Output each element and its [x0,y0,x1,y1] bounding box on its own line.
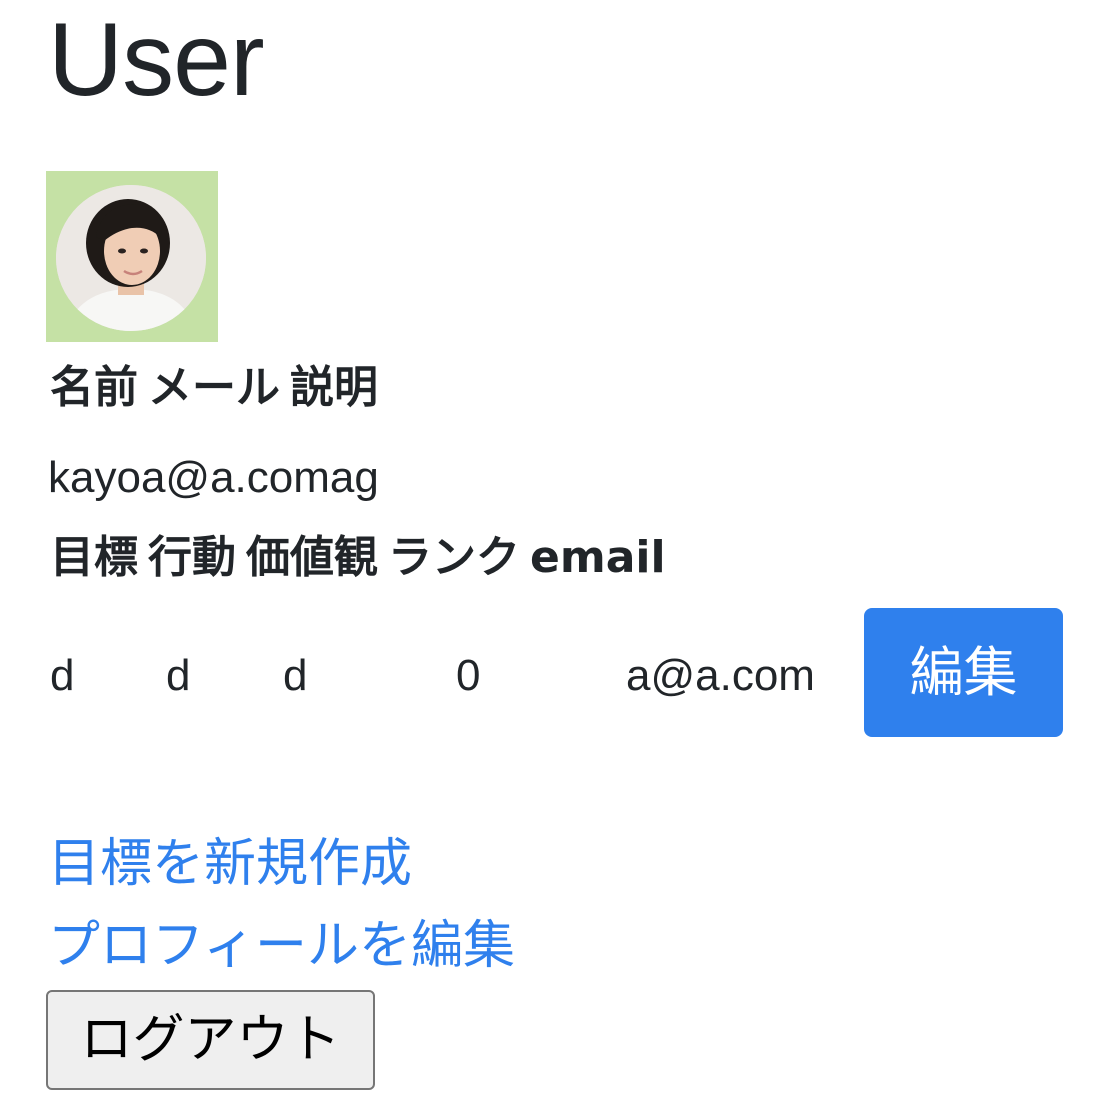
column-header-action: 行動 [148,532,236,583]
logout-button[interactable]: ログアウト [46,990,375,1090]
cell-values: d [283,651,308,700]
cell-action: d [166,651,191,700]
avatar-frame [46,171,218,342]
column-header-name: 名前 [50,362,138,413]
column-header-email: email [530,532,666,583]
avatar-photo [56,185,206,331]
avatar [56,185,206,331]
page-title: User [48,2,265,118]
column-header-goal: 目標 [50,532,138,583]
cell-rank: 0 [456,651,481,700]
goal-table-header-row: 目標 行動 価値観 ランク email [50,530,666,586]
profile-values: kayoa@a.comag [48,453,379,502]
profile-header-row: 名前 メール 説明 [50,360,388,416]
column-header-description: 説明 [290,362,378,413]
new-goal-link[interactable]: 目標を新規作成 [48,832,412,896]
column-header-rank: ランク [388,532,520,583]
user-page: User 名前 メール 説明 kayoa@a.comag 目標 行動 価値観 ラ… [0,0,1102,1112]
edit-goal-button[interactable]: 編集 [864,608,1063,737]
edit-profile-link[interactable]: プロフィールを編集 [48,914,515,978]
cell-goal: d [50,651,75,700]
column-header-email: メール [148,362,280,413]
column-header-values: 価値観 [246,532,378,583]
cell-email: a@a.com [626,651,815,700]
